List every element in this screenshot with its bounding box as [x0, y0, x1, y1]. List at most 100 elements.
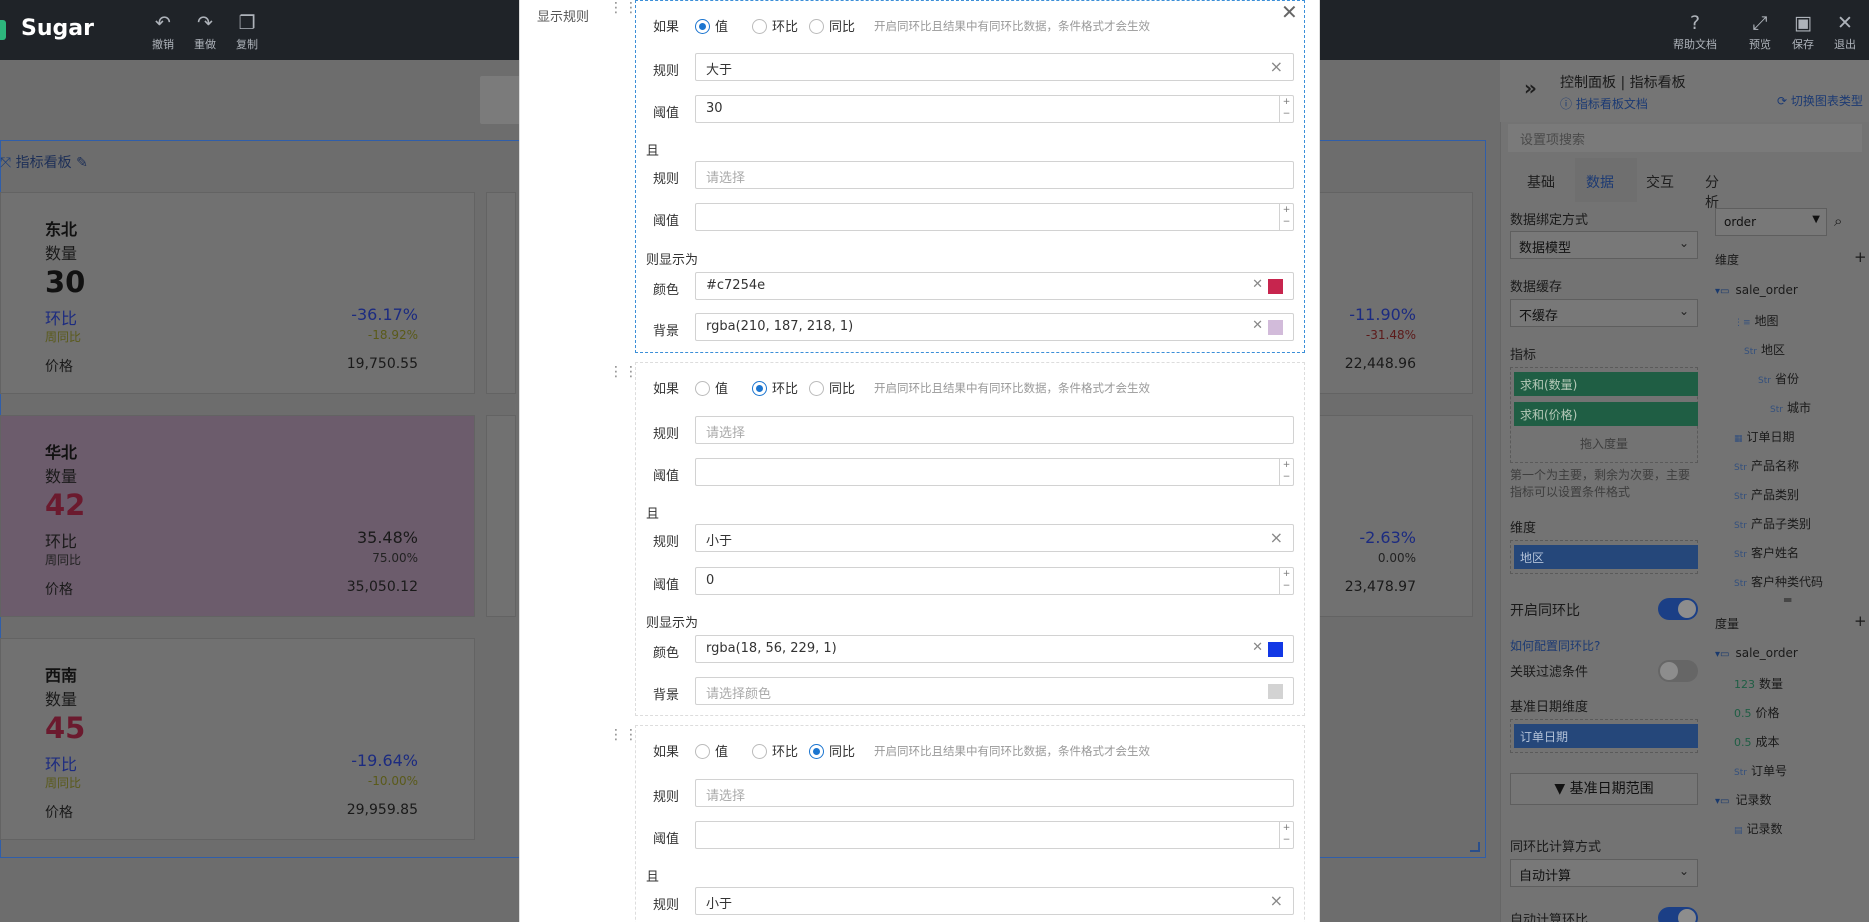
radio-yoy[interactable]: 同比	[809, 16, 855, 35]
clear-icon[interactable]: ✕	[1252, 318, 1263, 333]
number-stepper[interactable]: + −	[1279, 822, 1293, 848]
field-item[interactable]: Str 客户姓名	[1734, 544, 1799, 561]
bg-color-input[interactable]: rgba(210, 187, 218, 1) ✕	[695, 313, 1294, 341]
rule-select[interactable]: 请选择	[695, 779, 1294, 807]
resize-handle[interactable]	[1470, 842, 1480, 852]
redo-button[interactable]: ↷ 重做	[183, 12, 227, 52]
kpi-card[interactable]: 东北 数量 30 环比 -36.17% 周同比 -18.92% 价格 19,75…	[0, 192, 475, 394]
radio-yoy[interactable]: 同比	[809, 741, 855, 760]
radio-ring[interactable]: 环比	[752, 378, 798, 397]
radio-yoy[interactable]: 同比	[809, 378, 855, 397]
radio-value[interactable]: 值	[695, 16, 728, 35]
radio-ring[interactable]: 环比	[752, 16, 798, 35]
clear-icon[interactable]: ✕	[1252, 277, 1263, 292]
clear-icon[interactable]: ×	[1270, 528, 1283, 547]
radio-ring[interactable]: 环比	[752, 741, 798, 760]
field-folder[interactable]: ▾▭ sale_order	[1715, 283, 1798, 297]
field-item[interactable]: ▤ 记录数	[1734, 820, 1783, 837]
field-item[interactable]: 0.5 价格	[1734, 704, 1780, 721]
color-swatch[interactable]	[1268, 642, 1283, 657]
copy-button[interactable]: ❐ 复制	[225, 12, 269, 52]
collapse-chevron-icon[interactable]: »	[1524, 76, 1537, 100]
threshold-input[interactable]: + −	[695, 821, 1294, 849]
rule-select[interactable]: 小于 ×	[695, 887, 1294, 915]
tab-interaction[interactable]: 交互	[1646, 172, 1674, 192]
metric-pill[interactable]: 求和(价格)	[1514, 402, 1698, 426]
chart-expand-icon[interactable]: ⤧	[0, 155, 11, 171]
number-stepper[interactable]: + −	[1279, 96, 1293, 122]
add-icon[interactable]: +	[1854, 612, 1867, 630]
metric-pill[interactable]: 求和(数量)	[1514, 372, 1698, 396]
tab-analysis[interactable]: 分析	[1705, 172, 1719, 212]
field-item[interactable]: Str 地区	[1744, 341, 1785, 358]
color-input[interactable]: #c7254e ✕	[695, 272, 1294, 300]
kpi-card[interactable]	[486, 415, 516, 617]
field-item[interactable]: ⋮≡ 地图	[1734, 312, 1779, 329]
field-folder[interactable]: ▾▭ 记录数	[1715, 791, 1771, 808]
color-swatch[interactable]	[1268, 279, 1283, 294]
cache-select[interactable]: 不缓存 ⌄	[1510, 299, 1698, 327]
threshold-input[interactable]: 30 + −	[695, 95, 1294, 123]
base-date-pill[interactable]: 订单日期	[1514, 724, 1698, 748]
color-input[interactable]: rgba(18, 56, 229, 1) ✕	[695, 635, 1294, 663]
radio-value[interactable]: 值	[695, 378, 728, 397]
drag-handle-icon[interactable]: ⋮⋮	[609, 728, 638, 742]
tab-basic[interactable]: 基础	[1527, 172, 1555, 192]
dimension-pill[interactable]: 地区	[1514, 545, 1698, 569]
undo-button[interactable]: ↶ 撤销	[141, 12, 185, 52]
drag-handle-icon[interactable]: ⋮⋮	[609, 1, 638, 15]
auto-calc-toggle[interactable]	[1658, 907, 1698, 922]
edit-pencil-icon[interactable]: ✎	[76, 155, 88, 171]
kpi-card[interactable]: 西南 数量 45 环比 -19.64% 周同比 -10.00% 价格 29,95…	[0, 638, 475, 840]
exit-button[interactable]: ✕ 退出	[1823, 12, 1867, 52]
bg-color-swatch[interactable]	[1268, 684, 1283, 699]
field-item[interactable]: 123 数量	[1734, 675, 1783, 692]
clear-icon[interactable]: ×	[1270, 891, 1283, 910]
rule-select[interactable]: 大于 ×	[695, 53, 1294, 81]
drag-handle-icon[interactable]: ⋮⋮	[609, 365, 638, 379]
field-item[interactable]: Str 产品子类别	[1734, 515, 1811, 532]
search-icon[interactable]: ⌕	[1834, 212, 1842, 230]
field-item[interactable]: Str 城市	[1770, 399, 1811, 416]
kpi-card[interactable]	[486, 192, 516, 394]
number-stepper[interactable]: + −	[1279, 204, 1293, 230]
how-config-link[interactable]: 如何配置同环比?	[1510, 637, 1600, 654]
preview-button[interactable]: ⤢ 预览	[1738, 12, 1782, 52]
field-item[interactable]: 0.5 成本	[1734, 733, 1780, 750]
number-stepper[interactable]: + −	[1279, 459, 1293, 485]
rule-select[interactable]: 请选择	[695, 416, 1294, 444]
add-icon[interactable]: +	[1854, 248, 1867, 266]
settings-search-input[interactable]: 设置项搜索	[1508, 124, 1862, 152]
bg-color-swatch[interactable]	[1268, 320, 1283, 335]
ring-toggle[interactable]	[1658, 598, 1698, 620]
rule-select[interactable]: 请选择	[695, 161, 1294, 189]
filter-toggle[interactable]	[1658, 660, 1698, 682]
panel-doc-link[interactable]: ⓘ 指标看板文档	[1560, 95, 1648, 112]
splitter-handle[interactable]: ═	[1784, 593, 1791, 607]
field-folder[interactable]: ▾▭ sale_order	[1715, 646, 1798, 660]
help-doc-button[interactable]: ? 帮助文档	[1667, 12, 1723, 52]
field-item[interactable]: Str 订单号	[1734, 762, 1787, 779]
field-item[interactable]: Str 产品类别	[1734, 486, 1799, 503]
base-date-range-button[interactable]: ▼ 基准日期范围	[1510, 773, 1698, 805]
radio-value[interactable]: 值	[695, 741, 728, 760]
model-select[interactable]: order ▼	[1715, 208, 1827, 236]
clear-icon[interactable]: ✕	[1252, 640, 1263, 655]
tab-data[interactable]: 数据	[1586, 172, 1614, 192]
threshold-input[interactable]: + −	[695, 458, 1294, 486]
calc-method-select[interactable]: 自动计算 ⌄	[1510, 859, 1698, 887]
clear-icon[interactable]: ×	[1270, 57, 1283, 76]
field-item[interactable]: Str 客户种类代码	[1734, 573, 1823, 590]
save-button[interactable]: ▣ 保存	[1781, 12, 1825, 52]
binding-select[interactable]: 数据模型 ⌄	[1510, 231, 1698, 259]
threshold-input[interactable]: 0 + −	[695, 567, 1294, 595]
field-item[interactable]: Str 省份	[1758, 370, 1799, 387]
switch-chart-type-link[interactable]: ⟳ 切换图表类型	[1777, 92, 1863, 109]
kpi-card[interactable]: 华北 数量 42 环比 35.48% 周同比 75.00% 价格 35,050.…	[0, 415, 475, 617]
number-stepper[interactable]: + −	[1279, 568, 1293, 594]
field-item[interactable]: ▦ 订单日期	[1734, 428, 1795, 445]
field-item[interactable]: Str 产品名称	[1734, 457, 1799, 474]
threshold-input[interactable]: + −	[695, 203, 1294, 231]
rule-select[interactable]: 小于 ×	[695, 524, 1294, 552]
bg-color-input[interactable]: 请选择颜色	[695, 677, 1294, 705]
